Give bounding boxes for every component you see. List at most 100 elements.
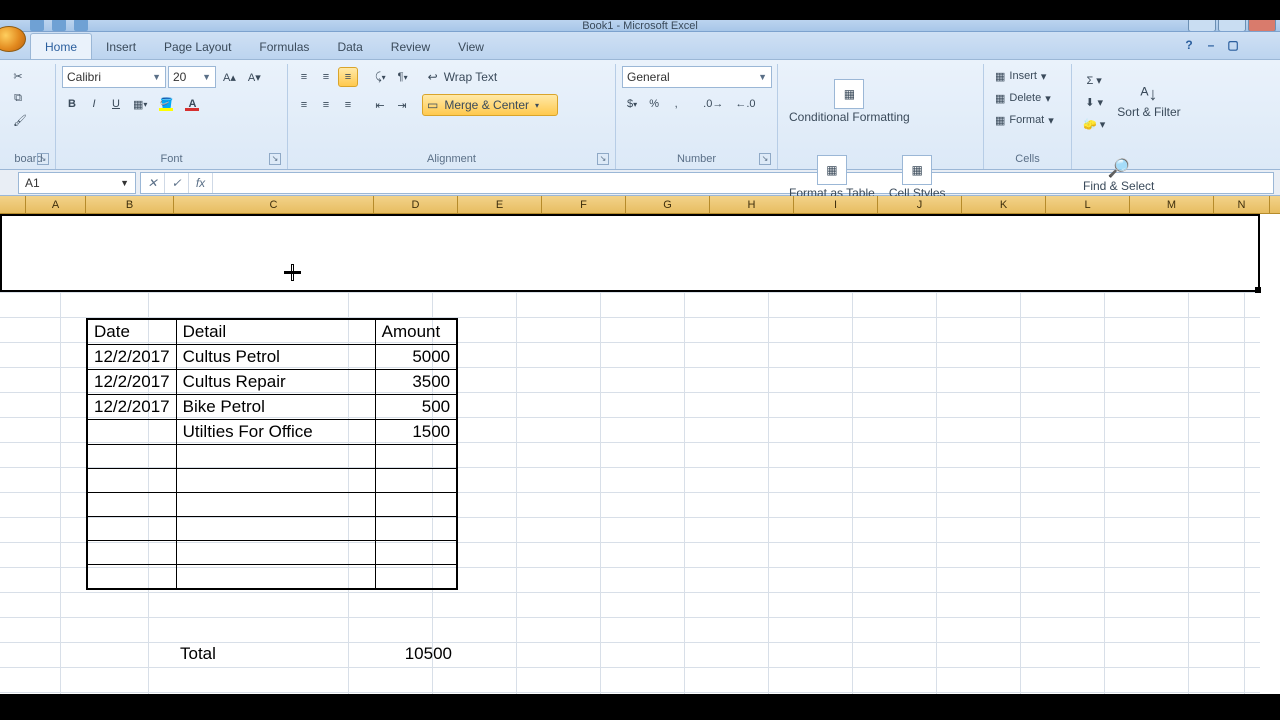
wrap-text-button[interactable]: ↩ Wrap Text [423, 66, 543, 88]
tab-view[interactable]: View [444, 34, 498, 59]
tab-formulas[interactable]: Formulas [245, 34, 323, 59]
cell-amount[interactable] [375, 541, 457, 565]
table-row[interactable] [87, 493, 457, 517]
table-row[interactable] [87, 445, 457, 469]
sort-filter-button[interactable]: ᴬ↓ Sort & Filter [1112, 66, 1185, 138]
column-header-B[interactable]: B [86, 196, 174, 213]
column-header-N[interactable]: N [1214, 196, 1270, 213]
enter-formula-icon[interactable]: ✓ [165, 173, 189, 193]
table-row[interactable]: 12/2/2017Cultus Repair3500 [87, 370, 457, 395]
increase-indent-button[interactable]: ⇥ [392, 95, 412, 115]
cell-date[interactable] [87, 493, 176, 517]
cell-detail[interactable] [176, 541, 375, 565]
clear-button[interactable]: 🧽 ▾ [1078, 114, 1110, 134]
cell-date[interactable]: 12/2/2017 [87, 345, 176, 370]
bold-button[interactable]: B [62, 94, 82, 114]
fill-button[interactable]: ⬇ ▾ [1078, 92, 1110, 112]
column-header-E[interactable]: E [458, 196, 542, 213]
table-row[interactable] [87, 469, 457, 493]
cell-date[interactable] [87, 565, 176, 589]
align-right-button[interactable]: ≡ [338, 95, 358, 115]
table-row[interactable] [87, 541, 457, 565]
tab-review[interactable]: Review [377, 34, 444, 59]
column-headers[interactable]: ABCDEFGHIJKLMN [0, 196, 1280, 214]
table-header-date[interactable]: Date [87, 319, 176, 345]
underline-button[interactable]: U [106, 94, 126, 114]
office-button[interactable] [0, 26, 26, 52]
help-icon[interactable]: ? [1182, 38, 1196, 52]
delete-cells-button[interactable]: ▦ Delete ▾ [990, 88, 1068, 108]
save-icon[interactable] [30, 20, 44, 31]
column-header-D[interactable]: D [374, 196, 458, 213]
decrease-font-icon[interactable]: A▾ [243, 67, 266, 87]
column-header-H[interactable]: H [710, 196, 794, 213]
increase-decimal-button[interactable]: .0→ [698, 94, 728, 114]
border-button[interactable]: ▦▾ [128, 94, 152, 114]
decrease-indent-button[interactable]: ⇤ [370, 95, 390, 115]
cell-amount[interactable]: 500 [375, 395, 457, 420]
tab-data[interactable]: Data [323, 34, 376, 59]
cell-amount[interactable] [375, 517, 457, 541]
tab-page-layout[interactable]: Page Layout [150, 34, 245, 59]
cell-detail[interactable] [176, 565, 375, 589]
align-bottom-button[interactable]: ≡ [338, 67, 358, 87]
cell-date[interactable] [87, 445, 176, 469]
decrease-decimal-button[interactable]: ←.0 [730, 94, 760, 114]
column-header-C[interactable]: C [174, 196, 374, 213]
currency-button[interactable]: $▾ [622, 94, 642, 114]
column-header-A[interactable]: A [26, 196, 86, 213]
cut-button[interactable]: ✂ [8, 66, 28, 86]
table-row[interactable] [87, 517, 457, 541]
column-header-F[interactable]: F [542, 196, 626, 213]
cell-amount[interactable] [375, 445, 457, 469]
increase-font-icon[interactable]: A▴ [218, 67, 241, 87]
tab-home[interactable]: Home [30, 33, 92, 59]
cell-amount[interactable] [375, 469, 457, 493]
table-row[interactable] [87, 565, 457, 589]
clipboard-launcher[interactable]: ↘ [37, 153, 49, 165]
cell-date[interactable]: 12/2/2017 [87, 370, 176, 395]
cell-amount[interactable] [375, 493, 457, 517]
table-row[interactable]: 12/2/2017Cultus Petrol5000 [87, 345, 457, 370]
number-format-select[interactable]: General▼ [622, 66, 772, 88]
cell-amount[interactable]: 3500 [375, 370, 457, 395]
font-name-select[interactable]: Calibri▼ [62, 66, 166, 88]
column-header-J[interactable]: J [878, 196, 962, 213]
total-row[interactable]: Total 10500 [86, 644, 458, 664]
cancel-formula-icon[interactable]: ✕ [141, 173, 165, 193]
conditional-formatting-button[interactable]: ▦ Conditional Formatting [784, 66, 915, 138]
italic-button[interactable]: I [84, 94, 104, 114]
table-row[interactable]: Utilties For Office1500 [87, 420, 457, 445]
select-all-corner[interactable] [0, 196, 26, 213]
format-painter-button[interactable]: 🖌 [8, 110, 32, 130]
merge-center-button[interactable]: ▭ Merge & Center ▾ [422, 94, 558, 116]
cell-date[interactable] [87, 469, 176, 493]
cell-date[interactable] [87, 541, 176, 565]
minimize-button[interactable] [1188, 20, 1216, 32]
cell-detail[interactable] [176, 517, 375, 541]
number-launcher[interactable]: ↘ [759, 153, 771, 165]
align-top-button[interactable]: ≡ [294, 67, 314, 87]
align-middle-button[interactable]: ≡ [316, 67, 336, 87]
cell-amount[interactable]: 5000 [375, 345, 457, 370]
column-header-K[interactable]: K [962, 196, 1046, 213]
close-button[interactable] [1248, 20, 1276, 32]
align-center-button[interactable]: ≡ [316, 95, 336, 115]
table-header-amount[interactable]: Amount [375, 319, 457, 345]
text-direction-button[interactable]: ¶▾ [393, 67, 413, 87]
font-size-select[interactable]: 20▼ [168, 66, 216, 88]
percent-button[interactable]: % [644, 94, 664, 114]
window-restore-icon[interactable]: ▢ [1226, 38, 1240, 52]
cell-date[interactable] [87, 420, 176, 445]
selection-fill-handle[interactable] [1255, 287, 1261, 293]
cell-detail[interactable]: Cultus Petrol [176, 345, 375, 370]
cell-amount[interactable]: 1500 [375, 420, 457, 445]
alignment-launcher[interactable]: ↘ [597, 153, 609, 165]
cell-detail[interactable] [176, 445, 375, 469]
ribbon-minimize-icon[interactable]: – [1204, 38, 1218, 52]
expense-table[interactable]: Date Detail Amount 12/2/2017Cultus Petro… [86, 318, 458, 590]
orientation-button[interactable]: ⤹▾ [370, 67, 391, 87]
comma-button[interactable]: , [666, 94, 686, 114]
column-header-I[interactable]: I [794, 196, 878, 213]
cell-detail[interactable]: Utilties For Office [176, 420, 375, 445]
